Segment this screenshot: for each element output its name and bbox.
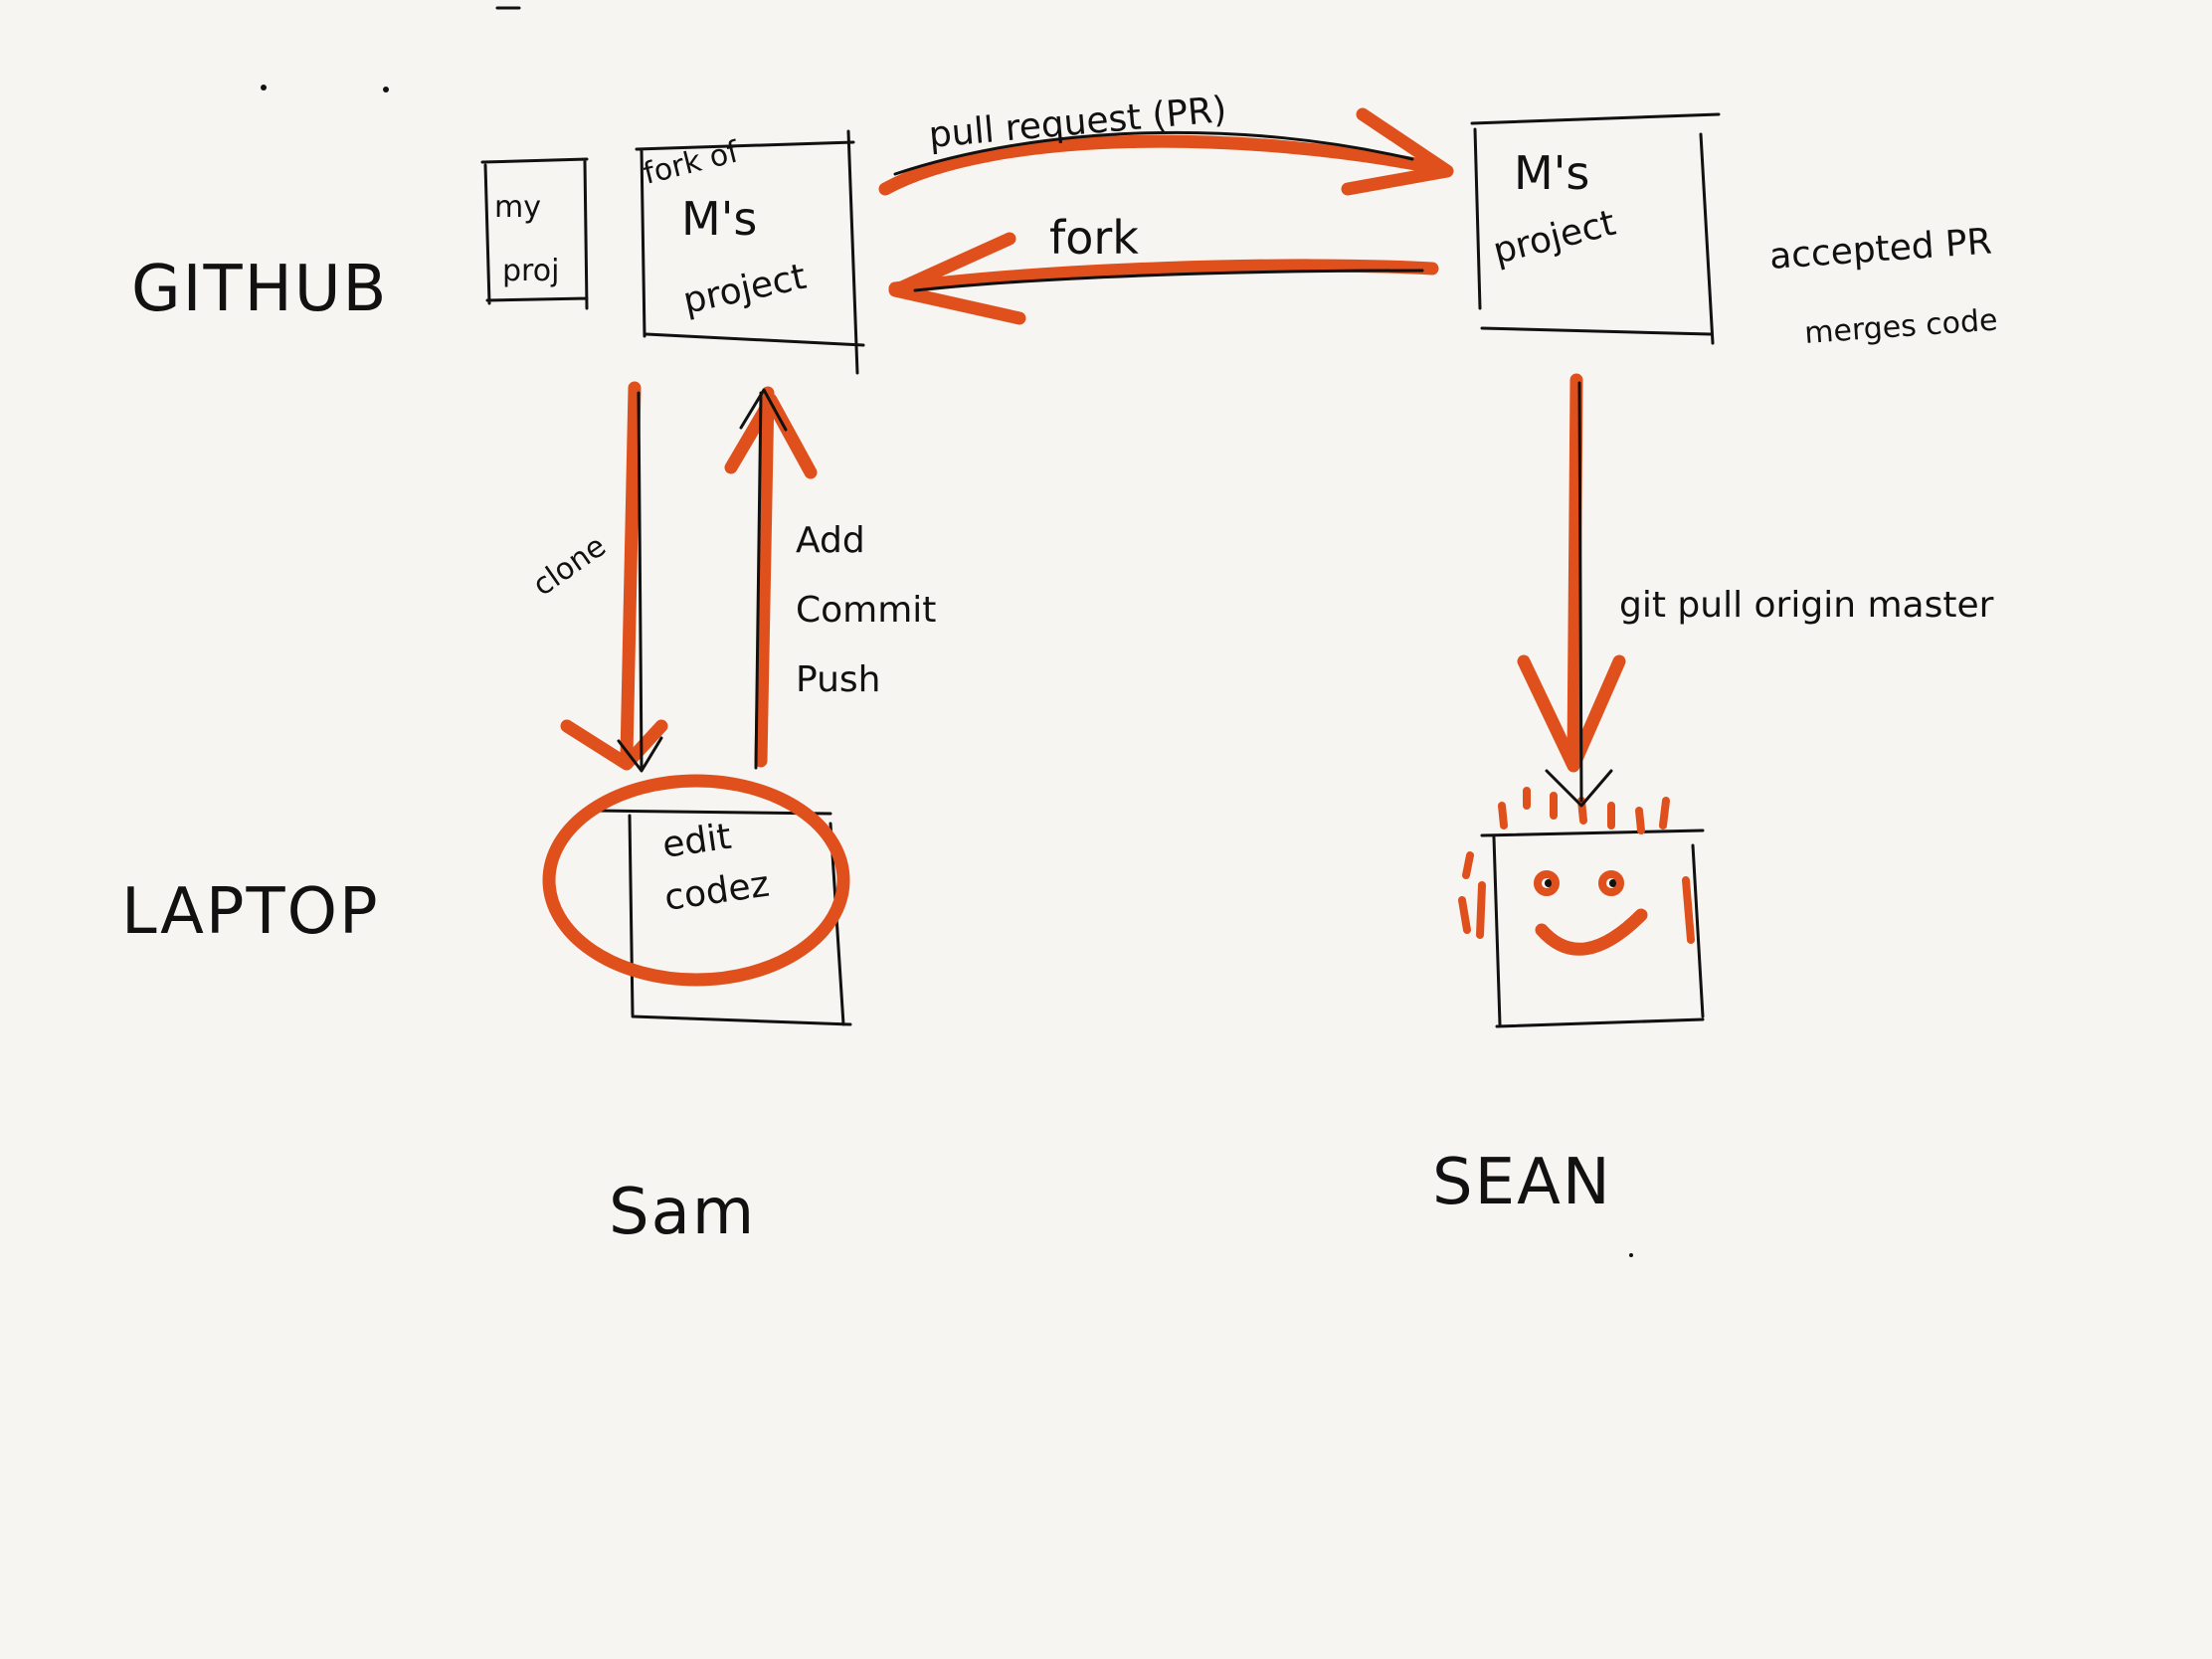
git-pull-arrow	[1567, 373, 1583, 763]
fork-label: fork	[1049, 211, 1139, 265]
clone-arrow	[620, 381, 642, 763]
m-project-label-line1: M's	[1514, 146, 1589, 200]
github-row-label: GITHUB	[131, 253, 388, 326]
person-label-sam: Sam	[609, 1176, 756, 1249]
push-label-add: Add	[796, 520, 865, 561]
clone-label: clone	[527, 529, 613, 604]
accepted-pr-note-line1: accepted PR	[1768, 221, 1993, 277]
fork-box-label-line1: M's	[681, 192, 757, 246]
person-label-sean: SEAN	[1432, 1146, 1612, 1219]
fork-box-title: fork of	[640, 134, 743, 192]
m-project-label-line2: project	[1489, 203, 1619, 273]
laptop-box-label-line2: codez	[662, 864, 772, 919]
my-proj-label-line1: my	[494, 190, 541, 225]
clone-arrowhead	[560, 719, 668, 771]
accepted-pr-note-line2: merges code	[1803, 302, 1998, 350]
m-project-box: M's project	[1470, 112, 1721, 345]
fork-box-label-line2: project	[679, 257, 810, 322]
stray-dot-2	[383, 87, 389, 92]
laptop-row-label: LAPTOP	[121, 875, 380, 949]
fork-project-box: fork of M's project	[635, 129, 865, 375]
push-arrow	[754, 386, 775, 768]
my-proj-box: my proj	[480, 157, 589, 310]
push-label-push: Push	[796, 659, 880, 700]
laptop-edit-box: edit codez	[595, 809, 852, 1026]
git-pull-label: git pull origin master	[1619, 585, 1994, 626]
stray-dot-1	[261, 85, 267, 91]
diagram-canvas: GITHUB LAPTOP my proj fork of M's projec…	[121, 6, 1999, 1257]
sean-face-box	[1458, 787, 1705, 1028]
laptop-box-label-line1: edit	[660, 817, 734, 866]
my-proj-label-line2: proj	[502, 254, 559, 288]
face-smile	[1535, 908, 1648, 956]
stray-dot-3	[1629, 1253, 1633, 1257]
push-label-commit: Commit	[796, 590, 936, 631]
